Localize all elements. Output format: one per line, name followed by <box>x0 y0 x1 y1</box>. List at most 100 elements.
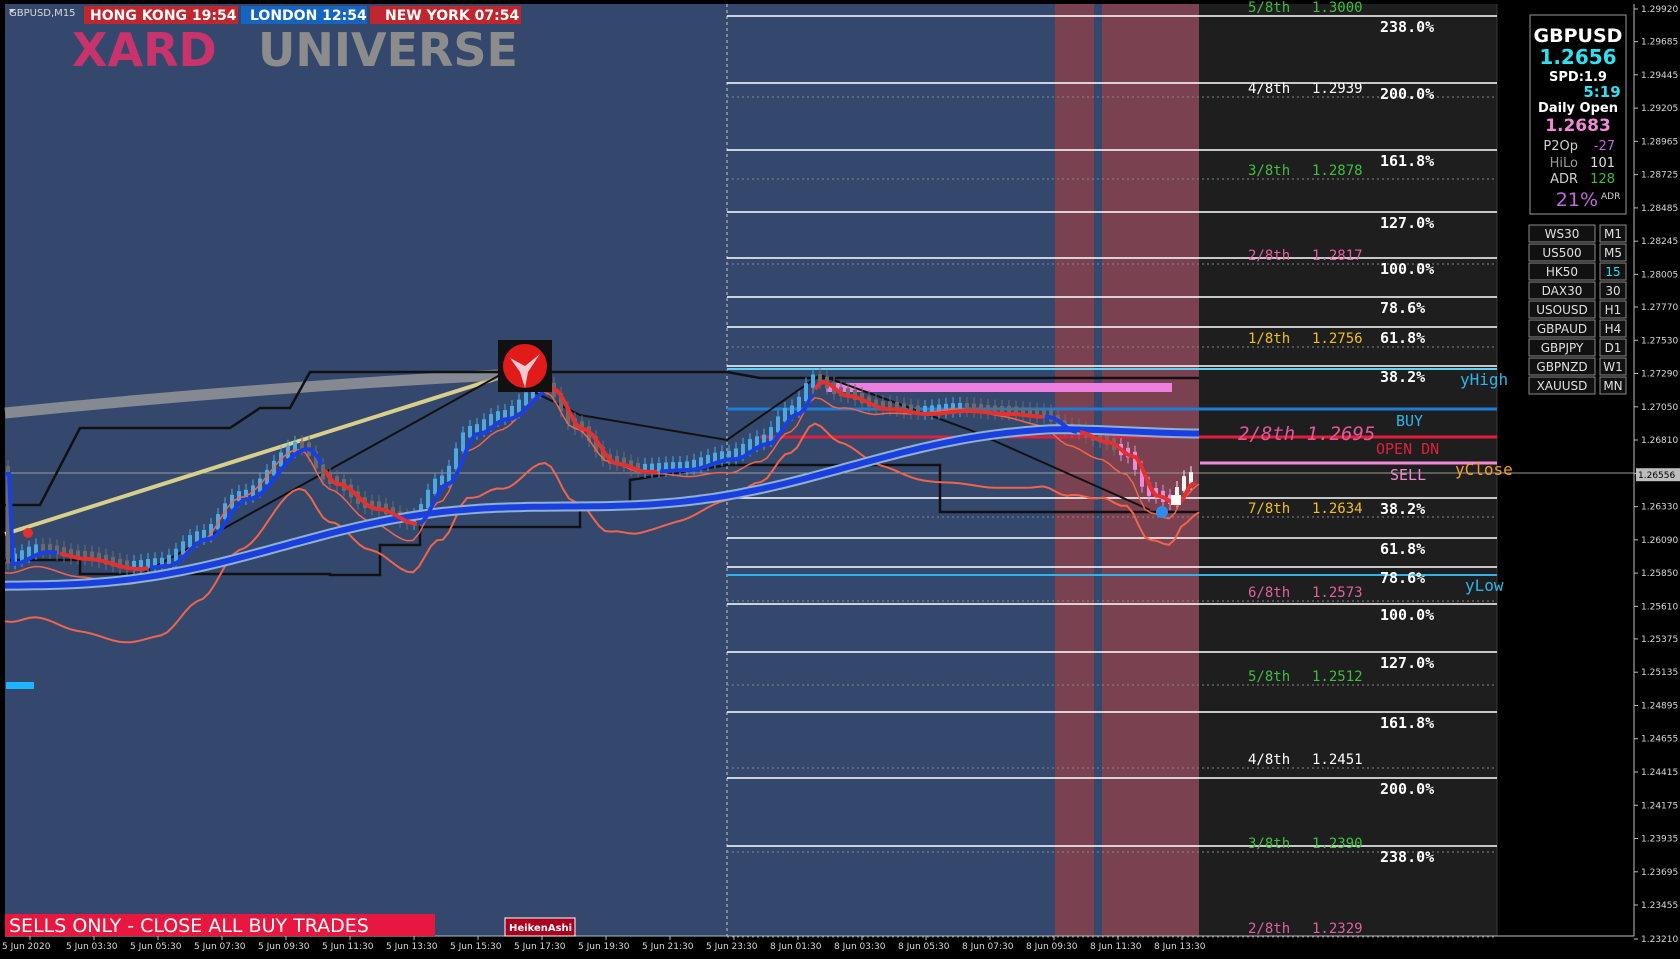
candle-body <box>181 541 185 555</box>
murrey-level-label: 7/8th <box>1248 501 1290 517</box>
price-axis-label: 1.25610 <box>1641 602 1678 612</box>
chart-background <box>5 4 1199 936</box>
symbol-button-label[interactable]: GBPJPY <box>1541 341 1584 355</box>
candle-body <box>804 383 808 401</box>
price-axis-label: 1.28725 <box>1641 171 1678 181</box>
price-axis-label: 1.27050 <box>1641 403 1678 413</box>
timeframe-button-label[interactable]: W1 <box>1603 360 1623 374</box>
murrey-level-value: 1.2573 <box>1312 585 1363 601</box>
dashboard-adr-suffix: ADR <box>1601 192 1620 202</box>
fib-level-label: 78.6% <box>1380 569 1425 587</box>
murrey-level-value: 1.2634 <box>1312 501 1363 517</box>
timeframe-button-label[interactable]: 30 <box>1605 284 1620 298</box>
price-axis-label: 1.29685 <box>1641 38 1678 48</box>
symbol-button-label[interactable]: DAX30 <box>1542 284 1583 298</box>
candle-body <box>741 443 745 456</box>
murrey-level-value: 1.2939 <box>1312 81 1363 97</box>
buy-dot <box>1156 506 1168 518</box>
kill-zone-gap <box>1094 4 1102 936</box>
yclose-label: yClose <box>1455 460 1513 479</box>
time-axis-label: 5 Jun 07:30 <box>194 942 246 952</box>
time-axis-label: 8 Jun 13:30 <box>1154 942 1206 952</box>
symbol-button-label[interactable]: US500 <box>1542 246 1581 260</box>
fib-level-label: 161.8% <box>1380 714 1434 732</box>
candle-body <box>748 439 752 451</box>
time-axis-label: 5 Jun 03:30 <box>66 942 118 952</box>
murrey-level-value: 1.3000 <box>1312 0 1363 16</box>
chart-title: GBPUSD,M15 <box>9 8 76 19</box>
candle-body <box>454 448 458 470</box>
timeframe-button-label[interactable]: M1 <box>1604 227 1622 241</box>
sell-label: SELL <box>1390 466 1426 484</box>
candle-body <box>783 408 787 422</box>
murrey-level-value: 1.2756 <box>1312 331 1363 347</box>
dashboard-daily-open-label: Daily Open <box>1538 101 1618 116</box>
candle-body <box>510 406 514 418</box>
timeframe-button-label[interactable]: H1 <box>1605 303 1622 317</box>
candle-body <box>1182 476 1186 491</box>
symbol-switcher[interactable]: WS30 M1 US500 M5 HK50 15 DAX30 30 USOUSD H1 GBPAUD… <box>1528 224 1627 395</box>
time-axis-label: 5 Jun 2020 <box>2 942 51 952</box>
candle-body <box>482 419 486 431</box>
symbol-button-label[interactable]: USOUSD <box>1536 303 1588 317</box>
open-dn-label: OPEN DN <box>1376 440 1439 458</box>
candle-body <box>517 399 521 413</box>
session-clocks: HONG KONG 19:54 LONDON 12:54 NEW YORK 07… <box>84 6 521 24</box>
murrey-level-value: 1.2817 <box>1312 248 1363 264</box>
heiken-badge[interactable]: HeikenAshi <box>509 923 572 934</box>
symbol-button-label[interactable]: WS30 <box>1545 227 1580 241</box>
murrey-level-label: 4/8th <box>1248 81 1290 97</box>
sell-dot <box>23 528 33 538</box>
left-blue-marker <box>6 682 34 689</box>
time-axis-label: 5 Jun 23:30 <box>706 942 758 952</box>
candle-body <box>776 416 780 433</box>
timeframe-button-label[interactable]: D1 <box>1605 341 1622 355</box>
price-axis-label: 1.27770 <box>1641 303 1678 313</box>
price-axis-label: 1.24175 <box>1641 801 1678 811</box>
time-axis-label: 8 Jun 07:30 <box>962 942 1014 952</box>
dashboard-stat-value-0: -27 <box>1594 139 1615 154</box>
time-axis-label: 5 Jun 11:30 <box>322 942 374 952</box>
session-newyork: NEW YORK 07:54 <box>385 8 519 24</box>
murrey-level-label: 6/8th <box>1248 585 1290 601</box>
candle-body <box>769 427 773 442</box>
timeframe-button-label[interactable]: H4 <box>1605 322 1622 336</box>
symbol-button-label[interactable]: HK50 <box>1546 265 1578 279</box>
time-axis-label: 8 Jun 09:30 <box>1026 942 1078 952</box>
price-chart[interactable]: 5/8th 1.3000 4/8th 1.2939 3/8th 1.2878 2/8th 1.… <box>0 0 1680 959</box>
candle-body <box>27 546 31 558</box>
levels-panel-background <box>1199 4 1497 936</box>
price-axis-label: 1.23935 <box>1641 835 1678 845</box>
price-axis-label: 1.24895 <box>1641 702 1678 712</box>
price-axis[interactable]: 1.29920 1.29685 1.29445 1.29205 1.28965 1.287… <box>1634 5 1680 945</box>
candle-body <box>468 426 472 438</box>
candle-body <box>195 531 199 542</box>
fib-level-label: 100.0% <box>1380 260 1434 278</box>
price-axis-label: 1.26090 <box>1641 536 1678 546</box>
price-axis-label: 1.29920 <box>1641 5 1678 15</box>
dashboard-symbol: GBPUSD <box>1534 25 1623 47</box>
murrey-level-value: 1.2878 <box>1312 163 1363 179</box>
signal-marker <box>498 340 552 392</box>
current-price-label: 1.26556 <box>1638 471 1675 481</box>
symbol-button-label[interactable]: GBPAUD <box>1537 322 1587 336</box>
symbol-button-label[interactable]: XAUUSD <box>1537 379 1588 393</box>
yhigh-label: yHigh <box>1460 370 1508 389</box>
candle-body <box>496 411 500 421</box>
timeframe-button-label[interactable]: 15 <box>1605 265 1620 279</box>
time-axis-label: 8 Jun 11:30 <box>1090 942 1142 952</box>
timeframe-button-label[interactable]: M5 <box>1604 246 1622 260</box>
candle-body <box>426 489 430 509</box>
murrey-level-label: 5/8th <box>1248 669 1290 685</box>
brand-xard: XARD <box>72 23 217 77</box>
dashboard-stat-label-2: ADR <box>1550 172 1578 187</box>
session-hongkong: HONG KONG 19:54 <box>90 8 237 24</box>
symbol-button-label[interactable]: GBPNZD <box>1536 360 1587 374</box>
price-axis-label: 1.29205 <box>1641 104 1678 114</box>
murrey-level-value: 1.2390 <box>1312 836 1363 852</box>
price-axis-label: 1.28005 <box>1641 270 1678 280</box>
timeframe-button-label[interactable]: MN <box>1603 379 1622 393</box>
murrey-level-value: 1.2329 <box>1312 921 1363 937</box>
dashboard-daily-open-value: 1.2683 <box>1545 116 1611 136</box>
time-axis-label: 5 Jun 19:30 <box>578 942 630 952</box>
